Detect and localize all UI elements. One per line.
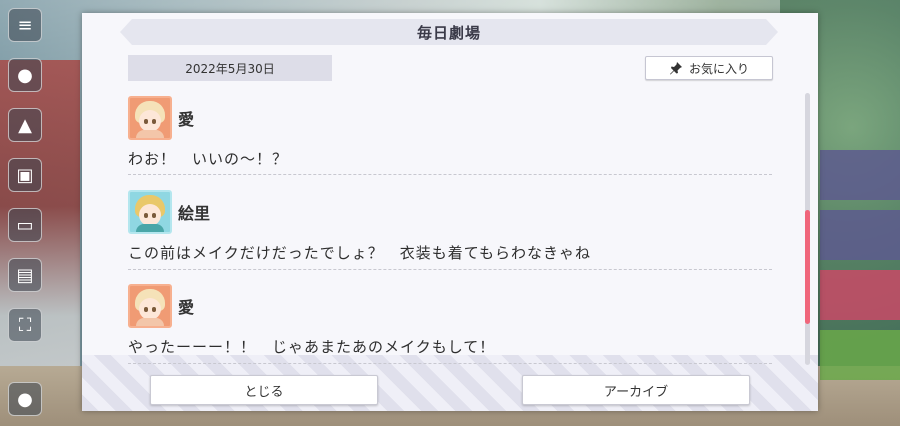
right-menu-card[interactable] xyxy=(820,150,900,200)
speaker-name: 絵里 xyxy=(178,204,211,223)
event-icon[interactable]: ▲ xyxy=(8,108,42,142)
gift-icon[interactable]: ▣ xyxy=(8,158,42,192)
favorite-label: お気に入り xyxy=(688,61,749,76)
dialogue-text: この前はメイクだけだったでしょ？ 衣装も着てもらわなきゃね xyxy=(128,244,591,262)
user-icon[interactable]: ● xyxy=(8,382,42,416)
pin-icon xyxy=(669,62,682,75)
right-menu-card[interactable] xyxy=(820,270,900,320)
fullscreen-icon[interactable]: ⛶ xyxy=(8,308,42,342)
avatar-ai xyxy=(128,284,172,328)
menu-icon[interactable]: ≡ xyxy=(8,8,42,42)
close-button[interactable]: とじる xyxy=(150,375,378,405)
speaker-name: 愛 xyxy=(178,110,195,129)
date-label: 2022年5月30日 xyxy=(128,55,332,81)
dialogue-entry: 絵里 この前はメイクだけだったでしょ？ 衣装も着てもらわなきゃね xyxy=(128,190,772,263)
screen-icon[interactable]: ▭ xyxy=(8,208,42,242)
avatar-ai xyxy=(128,96,172,140)
entry-divider xyxy=(128,174,772,175)
chat-icon[interactable]: ● xyxy=(8,58,42,92)
favorite-button[interactable]: お気に入り xyxy=(645,56,773,80)
camera-icon[interactable]: ▤ xyxy=(8,258,42,292)
dialogue-entry: 愛 やったーーー！！ じゃあまたあのメイクもして！ xyxy=(128,284,772,357)
avatar-eri xyxy=(128,190,172,234)
right-menu-card[interactable] xyxy=(820,330,900,380)
entry-divider xyxy=(128,363,772,364)
dialogue-entry: 愛 わお！ いいの〜！？ xyxy=(128,96,772,169)
archive-button[interactable]: アーカイブ xyxy=(522,375,750,405)
speaker-name: 愛 xyxy=(178,298,195,317)
scrollbar-thumb[interactable] xyxy=(805,210,810,324)
dialogue-text: わお！ いいの〜！？ xyxy=(128,150,289,168)
dialog-title: 毎日劇場 xyxy=(120,19,778,45)
daily-theater-dialog: 毎日劇場 2022年5月30日 お気に入り 愛 わお！ いいの〜！？ 絵里 この… xyxy=(82,13,818,411)
entry-divider xyxy=(128,269,772,270)
right-menu-card[interactable] xyxy=(820,210,900,260)
dialogue-text: やったーーー！！ じゃあまたあのメイクもして！ xyxy=(128,338,496,356)
